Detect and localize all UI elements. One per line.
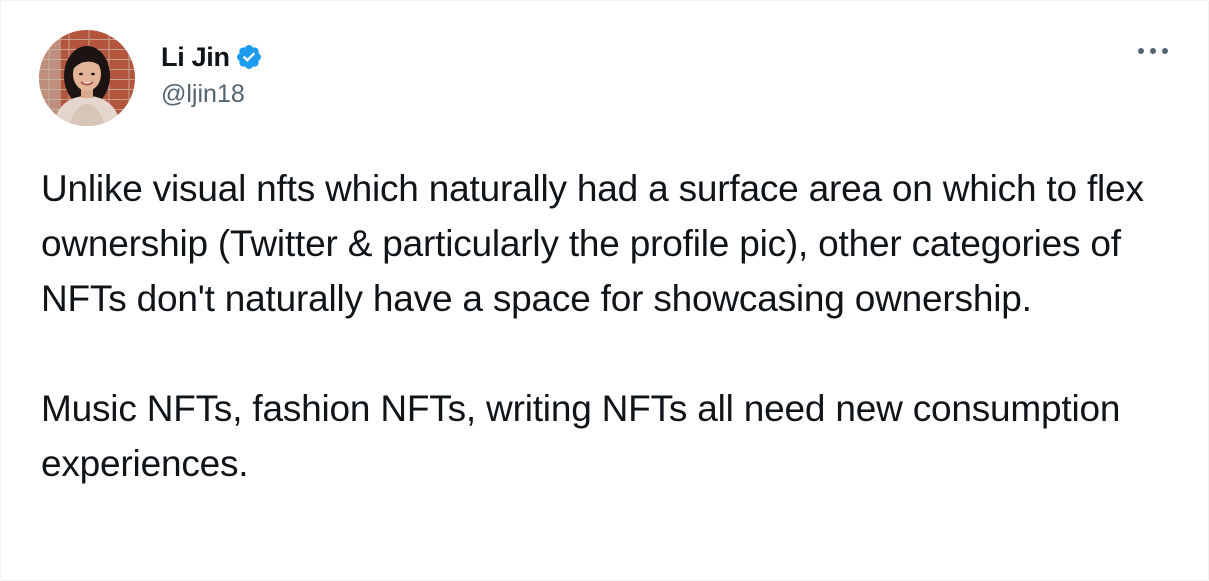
tweet-card: Li Jin @ljin18 Unlike visual nfts which …: [0, 0, 1209, 581]
avatar[interactable]: [39, 30, 135, 126]
author-handle[interactable]: @ljin18: [161, 79, 263, 109]
author-display-name[interactable]: Li Jin: [161, 42, 230, 73]
tweet-paragraph: Unlike visual nfts which naturally had a…: [41, 168, 1144, 319]
tweet-paragraph: Music NFTs, fashion NFTs, writing NFTs a…: [41, 388, 1121, 484]
author-name-row: Li Jin: [161, 39, 263, 75]
more-horizontal-icon: [1138, 48, 1144, 54]
more-horizontal-icon: [1150, 48, 1156, 54]
more-options-button[interactable]: [1138, 41, 1168, 61]
tweet-text: Unlike visual nfts which naturally had a…: [41, 161, 1181, 491]
profile-photo: [39, 30, 135, 126]
author-identity: Li Jin @ljin18: [161, 39, 263, 109]
verified-badge-icon: [235, 43, 263, 71]
more-horizontal-icon: [1162, 48, 1168, 54]
